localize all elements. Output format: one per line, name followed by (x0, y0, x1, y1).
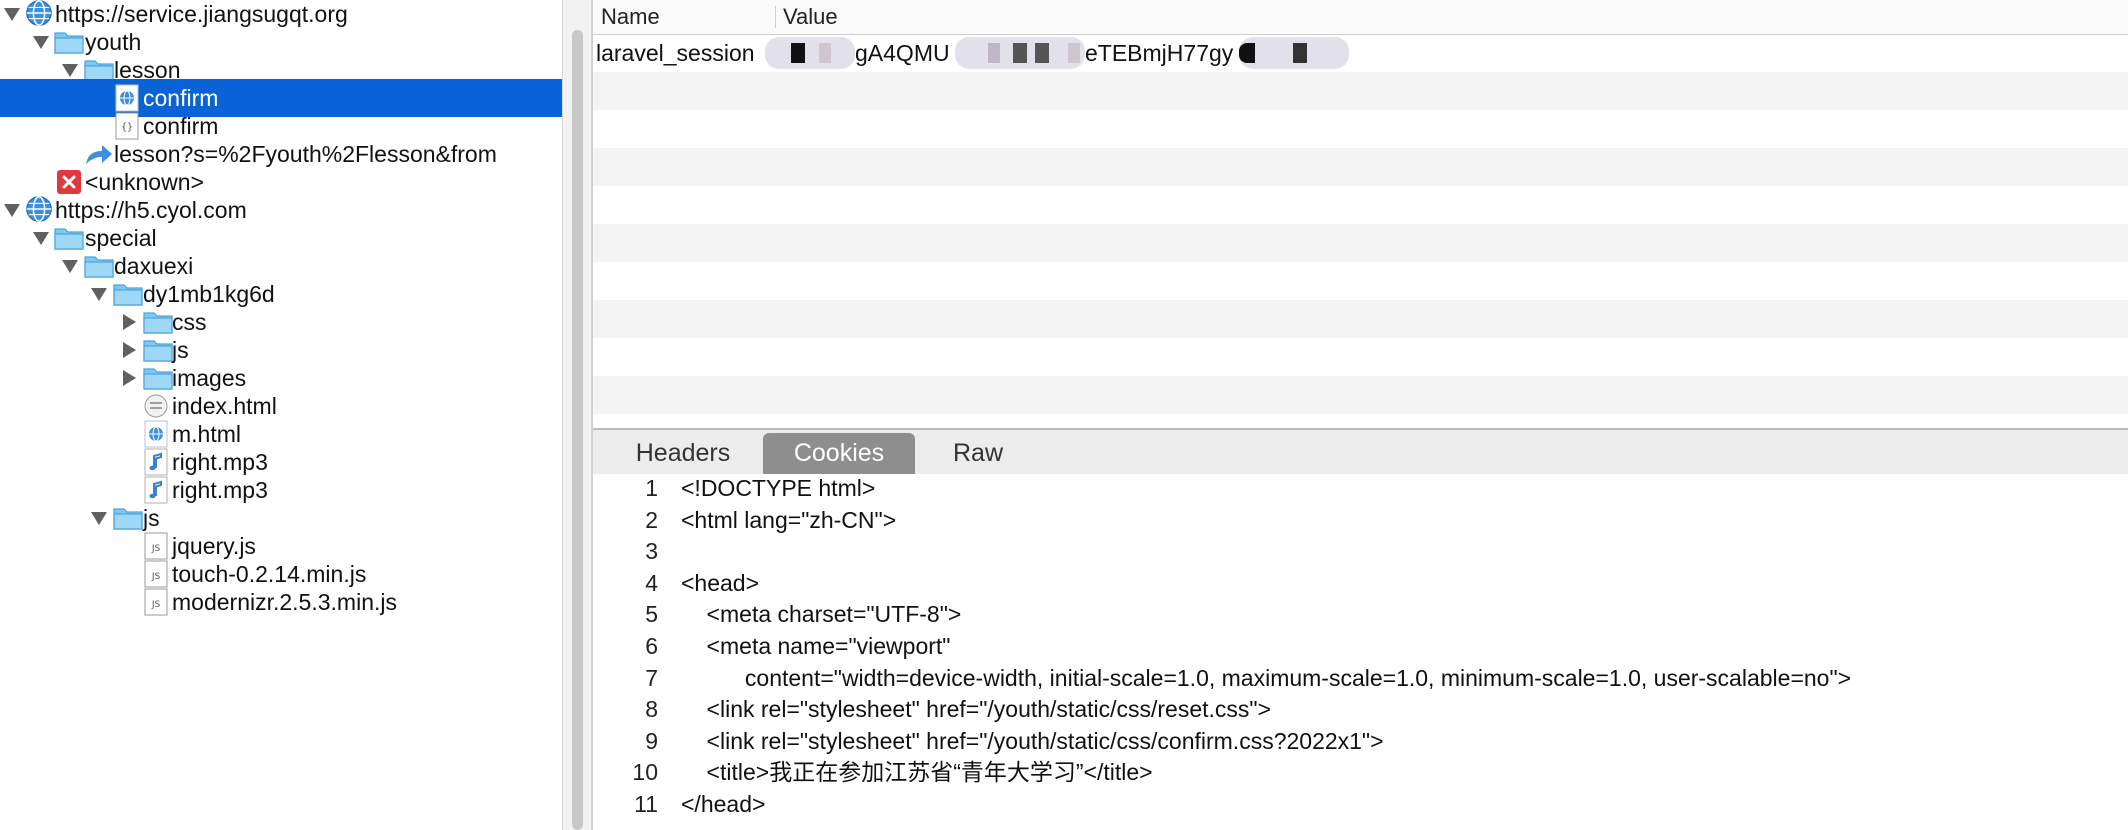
disclosure-expanded-icon[interactable] (33, 232, 49, 245)
disclosure-collapsed-icon[interactable] (123, 342, 136, 358)
column-divider[interactable] (775, 6, 776, 28)
tree-item-label: modernizr.2.5.3.min.js (172, 589, 397, 615)
table-row[interactable]: laravel_session gA4QMU eTEBmjH77gy (593, 34, 2128, 72)
inspector-tab-bar: Headers Cookies Raw (592, 430, 2128, 474)
code-line: 6 <meta name="viewport" (593, 630, 2128, 662)
code-line: 2 <html lang="zh-CN"> (593, 504, 2128, 536)
svg-text:JS: JS (151, 600, 161, 610)
cookie-name: laravel_session (596, 40, 755, 66)
line-number: 10 (632, 759, 658, 785)
tab-headers[interactable]: Headers (613, 433, 753, 474)
code-text: <link rel="stylesheet" href="/youth/stat… (681, 728, 1384, 754)
empty-row (593, 224, 2128, 262)
code-line: 8 <link rel="stylesheet" href="/youth/st… (593, 693, 2128, 725)
cookie-value-part: gA4QMU (855, 40, 950, 66)
disclosure-expanded-icon[interactable] (33, 36, 49, 49)
code-text: <!DOCTYPE html> (681, 475, 876, 501)
disclosure-expanded-icon[interactable] (91, 288, 107, 301)
request-tree: https://service.jiangsugqt.org youth les… (0, 0, 562, 830)
redacted-value-block (1013, 43, 1027, 63)
disclosure-collapsed-icon[interactable] (123, 314, 136, 330)
tab-raw[interactable]: Raw (923, 433, 1033, 474)
code-line: 3 (593, 535, 2128, 567)
disclosure-expanded-icon[interactable] (91, 512, 107, 525)
code-line: 10 <title>我正在参加江苏省“青年大学习”</title> (593, 756, 2128, 788)
line-number: 7 (645, 665, 658, 691)
js-file-icon: JS (144, 588, 168, 616)
disclosure-expanded-icon[interactable] (62, 260, 78, 273)
line-number: 6 (645, 633, 658, 659)
code-line: 1 <!DOCTYPE html> (593, 472, 2128, 504)
cookies-table: Name Value laravel_session gA4QMU eTEBmj… (592, 0, 2128, 430)
empty-row (593, 300, 2128, 338)
column-header-value[interactable]: Value (783, 0, 838, 34)
code-text: </head> (681, 791, 766, 817)
line-number: 3 (645, 538, 658, 564)
code-text: content="width=device-width, initial-sca… (681, 665, 1852, 691)
line-number: 4 (645, 570, 658, 596)
redacted-value-block (1068, 43, 1080, 63)
column-header-name[interactable]: Name (601, 0, 660, 34)
redacted-value-block (819, 43, 831, 63)
line-number: 1 (645, 475, 658, 501)
tree-scrollbar-thumb[interactable] (572, 30, 583, 830)
tree-item-modernizr-js[interactable]: JS modernizr.2.5.3.min.js (0, 583, 562, 621)
redacted-value-block (791, 43, 805, 63)
empty-row (593, 110, 2128, 148)
redacted-value-block (988, 43, 1000, 63)
table-header: Name Value (593, 0, 2128, 35)
code-line: 11 </head> (593, 788, 2128, 820)
svg-text:JS: JS (151, 544, 161, 554)
code-text: <link rel="stylesheet" href="/youth/stat… (681, 696, 1272, 722)
code-line: 4 <head> (593, 567, 2128, 599)
redacted-value-block (1035, 43, 1049, 63)
disclosure-expanded-icon[interactable] (62, 64, 78, 77)
code-text: <head> (681, 570, 760, 596)
code-line: 5 <meta charset="UTF-8"> (593, 598, 2128, 630)
line-number: 2 (645, 507, 658, 533)
empty-row (593, 338, 2128, 376)
line-number: 9 (645, 728, 658, 754)
line-number: 8 (645, 696, 658, 722)
code-line: 9 <link rel="stylesheet" href="/youth/st… (593, 725, 2128, 757)
code-text: <meta name="viewport" (681, 633, 951, 659)
split-view-divider[interactable] (562, 0, 592, 830)
code-line: 7 content="width=device-width, initial-s… (593, 662, 2128, 694)
empty-row (593, 72, 2128, 110)
empty-row (593, 376, 2128, 414)
line-number: 11 (634, 791, 658, 817)
redacted-value-block (1293, 43, 1307, 63)
disclosure-collapsed-icon[interactable] (123, 370, 136, 386)
redacted-value-block (765, 37, 855, 69)
disclosure-expanded-icon[interactable] (4, 8, 20, 21)
redacted-value-block (1239, 43, 1255, 63)
svg-text:{}: {} (121, 122, 133, 133)
disclosure-expanded-icon[interactable] (4, 204, 20, 217)
empty-row (593, 148, 2128, 186)
cookie-value-part: eTEBmjH77gy (1085, 40, 1234, 66)
code-text: <meta charset="UTF-8"> (681, 601, 962, 627)
source-view[interactable]: 1 <!DOCTYPE html> 2 <html lang="zh-CN"> 3 … (592, 474, 2128, 830)
code-text: <title>我正在参加江苏省“青年大学习”</title> (681, 759, 1153, 785)
empty-row (593, 186, 2128, 224)
tab-cookies[interactable]: Cookies (763, 433, 915, 474)
code-text: <html lang="zh-CN"> (681, 507, 897, 533)
line-number: 5 (645, 601, 658, 627)
svg-text:JS: JS (151, 572, 161, 582)
empty-row (593, 262, 2128, 300)
